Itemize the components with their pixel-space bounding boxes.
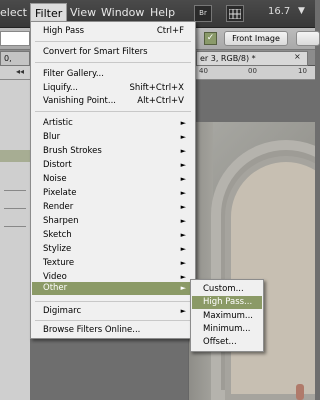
menu-item-label: Blur <box>43 132 61 142</box>
menu-help[interactable]: Help <box>150 6 175 20</box>
front-image-button[interactable]: Front Image <box>224 31 288 46</box>
submenu-arrow-icon: ► <box>180 175 186 183</box>
tab-document-1[interactable]: 0, RGB <box>0 51 30 77</box>
menu-item-label: Texture <box>43 258 75 268</box>
menu-separator <box>35 320 191 321</box>
menu-item-other[interactable]: Other ► <box>32 282 194 295</box>
submenu-arrow-icon: ► <box>180 259 186 267</box>
menu-item-sharpen[interactable]: Sharpen ► <box>32 215 194 228</box>
menu-item-noise[interactable]: Noise ► <box>32 173 194 186</box>
submenu-item-custom[interactable]: Custom... <box>192 283 262 296</box>
shortcut-label: Shift+Ctrl+X <box>129 83 184 93</box>
submenu-arrow-icon: ► <box>180 284 186 292</box>
chevron-down-icon[interactable]: ▼ <box>298 6 305 16</box>
submenu-arrow-icon: ► <box>180 147 186 155</box>
menu-item-digimarc[interactable]: Digimarc ► <box>32 305 194 318</box>
submenu-arrow-icon: ► <box>180 133 186 141</box>
canvas-image-detail <box>296 384 304 400</box>
menu-item-convert-smart-filters[interactable]: Convert for Smart Filters <box>32 46 194 59</box>
menu-item-label: Pixelate <box>43 188 77 198</box>
menu-item-blur[interactable]: Blur ► <box>32 131 194 144</box>
menu-item-liquify[interactable]: Liquify... Shift+Ctrl+X <box>32 82 194 95</box>
submenu-arrow-icon: ► <box>180 307 186 315</box>
collapse-arrows-icon[interactable]: ◂◂ <box>16 67 24 76</box>
grid-icon[interactable] <box>226 5 244 22</box>
divider <box>4 190 26 191</box>
menu-window[interactable]: Window <box>101 6 144 20</box>
image-canvas[interactable] <box>188 122 315 400</box>
ruler-mark: 40 <box>199 67 208 75</box>
menu-item-label: Digimarc <box>43 306 82 316</box>
menu-item-label: Sketch <box>43 230 72 240</box>
menu-item-high-pass-last[interactable]: High Pass Ctrl+F <box>32 25 194 38</box>
menu-item-label: Sharpen <box>43 216 79 226</box>
divider <box>4 208 26 209</box>
menu-item-label: Render <box>43 202 74 212</box>
submenu-arrow-icon: ► <box>180 161 186 169</box>
divider <box>4 226 26 227</box>
close-icon[interactable]: × <box>294 52 301 61</box>
filter-menu: High Pass Ctrl+F Convert for Smart Filter… <box>30 21 196 339</box>
panel-header[interactable] <box>0 150 30 162</box>
shortcut-label: Alt+Ctrl+V <box>137 96 184 106</box>
menu-item-texture[interactable]: Texture ► <box>32 257 194 270</box>
menu-item-sketch[interactable]: Sketch ► <box>32 229 194 242</box>
menu-item-pixelate[interactable]: Pixelate ► <box>32 187 194 200</box>
menu-separator <box>35 111 191 112</box>
menu-item-label: Brush Strokes <box>43 146 102 156</box>
menu-item-render[interactable]: Render ► <box>32 201 194 214</box>
submenu-item-high-pass[interactable]: High Pass... <box>192 296 262 309</box>
submenu-arrow-icon: ► <box>180 245 186 253</box>
menu-item-label: Stylize <box>43 244 72 254</box>
menu-item-filter-gallery[interactable]: Filter Gallery... <box>32 68 194 81</box>
submenu-arrow-icon: ► <box>180 217 186 225</box>
menu-separator <box>35 301 191 302</box>
submenu-item-minimum[interactable]: Minimum... <box>192 323 262 336</box>
submenu-arrow-icon: ► <box>180 203 186 211</box>
ruler-mark: 10 <box>298 67 307 75</box>
bridge-button[interactable]: Br <box>194 5 212 22</box>
menu-item-distort[interactable]: Distort ► <box>32 159 194 172</box>
menu-item-browse-filters-online[interactable]: Browse Filters Online... <box>32 324 194 337</box>
menu-item-label: High Pass <box>43 26 85 36</box>
other-submenu: Custom... High Pass... Maximum... Minimu… <box>190 279 264 352</box>
options-input[interactable] <box>0 31 30 46</box>
checkmark-icon[interactable]: ✓ <box>204 32 217 45</box>
shortcut-label: Ctrl+F <box>156 26 184 36</box>
zoom-level[interactable]: 16.7 <box>268 6 290 17</box>
menu-separator <box>35 62 191 63</box>
menu-item-brush-strokes[interactable]: Brush Strokes ► <box>32 145 194 158</box>
menu-select[interactable]: elect <box>0 6 27 20</box>
menu-item-stylize[interactable]: Stylize ► <box>32 243 194 256</box>
ruler-mark: 00 <box>248 67 257 75</box>
tab-document-2[interactable]: er 3, RGB/8) * <box>196 51 308 66</box>
submenu-item-offset[interactable]: Offset... <box>192 336 262 349</box>
menu-item-label: Vanishing Point... <box>43 96 116 106</box>
left-panel <box>0 80 30 400</box>
menu-item-label: Other <box>43 283 68 293</box>
menu-item-artistic[interactable]: Artistic ► <box>32 117 194 130</box>
submenu-arrow-icon: ► <box>180 119 186 127</box>
menu-item-label: Artistic <box>43 118 73 128</box>
submenu-arrow-icon: ► <box>180 189 186 197</box>
menu-item-label: Video <box>43 272 67 282</box>
menu-item-label: Noise <box>43 174 67 184</box>
menu-item-vanishing-point[interactable]: Vanishing Point... Alt+Ctrl+V <box>32 95 194 108</box>
options-button[interactable] <box>296 31 320 46</box>
menu-item-label: Liquify... <box>43 83 79 93</box>
canvas-image-alcove <box>225 156 315 400</box>
menu-view[interactable]: View <box>70 6 96 20</box>
menu-item-label: Distort <box>43 160 72 170</box>
submenu-item-maximum[interactable]: Maximum... <box>192 310 262 323</box>
menu-separator <box>35 41 191 42</box>
submenu-arrow-icon: ► <box>180 231 186 239</box>
